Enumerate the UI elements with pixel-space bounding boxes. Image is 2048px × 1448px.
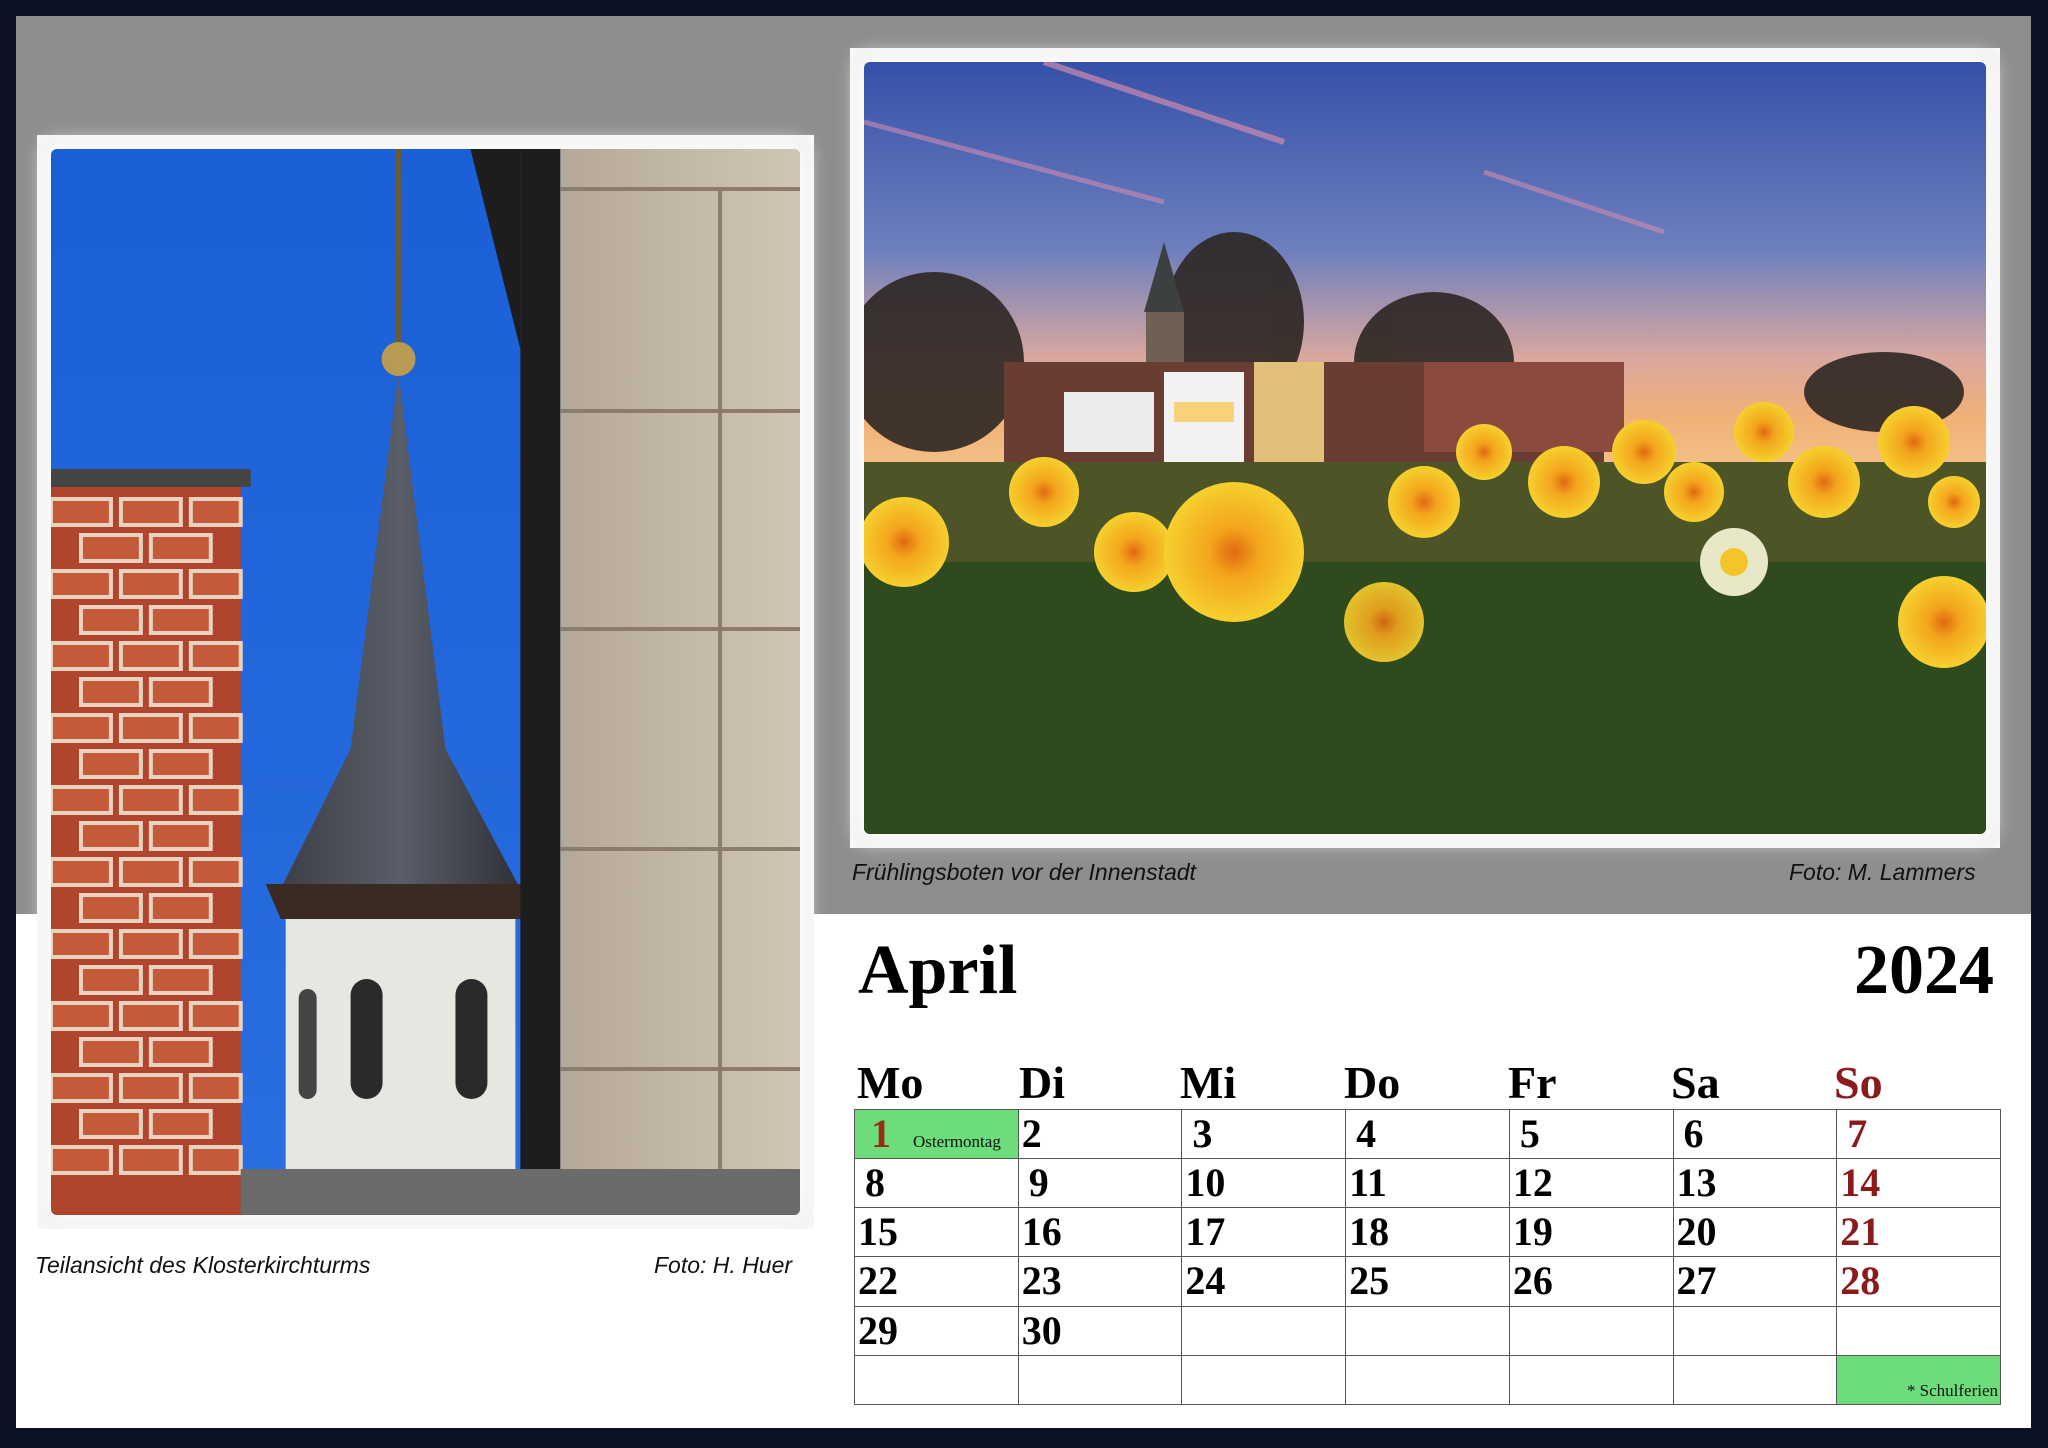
day-number: 7 — [1847, 1111, 1868, 1156]
day-number: 4 — [1356, 1111, 1377, 1156]
calendar-day-cell: 5 — [1508, 1108, 1674, 1160]
weekday-mo: Mo — [857, 1057, 924, 1108]
weekday-di: Di — [1019, 1057, 1065, 1108]
day-number: 23 — [1021, 1258, 1062, 1304]
calendar-day-cell: 21 — [1836, 1207, 2001, 1258]
day-number: 28 — [1840, 1258, 1881, 1304]
calendar-day-cell: 15 — [854, 1207, 1019, 1258]
calendar-week-row: * Schulferien — [854, 1354, 2001, 1406]
calendar-day-cell: 28 — [1836, 1256, 2001, 1307]
calendar-day-cell: 9 — [1017, 1158, 1183, 1209]
calendar-day-cell: 26 — [1508, 1256, 1674, 1307]
calendar-day-cell: 25 — [1345, 1256, 1510, 1307]
holiday-label: Ostermontag — [913, 1132, 1001, 1151]
calendar-week-row: 1 Ostermontag 2 3 4 5 6 7 — [854, 1108, 2001, 1160]
day-number: 26 — [1512, 1258, 1553, 1304]
day-number: 21 — [1840, 1209, 1881, 1255]
day-number: 1 — [871, 1111, 891, 1156]
calendar-day-cell: 30 — [1017, 1305, 1183, 1356]
day-number: 25 — [1349, 1258, 1390, 1304]
calendar-day-cell — [1672, 1354, 1838, 1406]
weekday-so: So — [1834, 1057, 1883, 1108]
day-number: 3 — [1192, 1111, 1213, 1156]
day-number: 20 — [1676, 1209, 1717, 1255]
photo-right-credit: Foto: M. Lammers — [1789, 859, 1976, 885]
photo-church-spire — [51, 149, 800, 1215]
calendar-day-cell: 13 — [1672, 1158, 1838, 1209]
calendar-day-cell: 10 — [1181, 1158, 1347, 1209]
calendar-day-cell — [1508, 1305, 1674, 1356]
day-number: 17 — [1185, 1209, 1226, 1255]
calendar-day-cell: 3 — [1181, 1108, 1347, 1160]
calendar-day-cell: 24 — [1181, 1256, 1347, 1307]
calendar-day-cell — [1672, 1305, 1838, 1356]
schulferien-label: * Schulferien — [1906, 1381, 1998, 1400]
day-number: 11 — [1349, 1160, 1387, 1206]
day-number: 24 — [1185, 1258, 1226, 1304]
calendar-day-cell — [854, 1354, 1019, 1406]
month-title: April — [858, 932, 1018, 1009]
calendar-week-row: 29 30 — [854, 1305, 2001, 1356]
day-number: 18 — [1349, 1209, 1390, 1255]
calendar-day-cell: 2 — [1017, 1108, 1183, 1160]
day-number: 2 — [1021, 1111, 1042, 1156]
calendar-week-row: 15 16 17 18 19 20 21 — [854, 1207, 2001, 1258]
photo-daffodils-town — [864, 62, 1986, 834]
calendar-day-cell: 19 — [1508, 1207, 1674, 1258]
weekday-sa: Sa — [1671, 1057, 1720, 1108]
weekday-fr: Fr — [1508, 1057, 1557, 1108]
day-number: 15 — [858, 1209, 898, 1255]
day-number: 30 — [1021, 1307, 1062, 1353]
day-number: 22 — [858, 1258, 898, 1304]
calendar-day-cell: 20 — [1672, 1207, 1838, 1258]
day-number: 16 — [1021, 1209, 1062, 1255]
day-number: 6 — [1683, 1111, 1704, 1156]
day-number: 12 — [1512, 1160, 1553, 1206]
calendar-day-cell: 17 — [1181, 1207, 1347, 1258]
calendar-grid: 1 Ostermontag 2 3 4 5 6 7 8 9 10 11 12 13… — [854, 1108, 2001, 1406]
calendar-day-cell: 7 — [1836, 1108, 2001, 1160]
day-number: 19 — [1512, 1209, 1553, 1255]
calendar-day-cell: 14 — [1836, 1158, 2001, 1209]
calendar-day-cell: 29 — [854, 1305, 1019, 1356]
calendar-day-cell: 18 — [1345, 1207, 1510, 1258]
weekday-mi: Mi — [1180, 1057, 1237, 1108]
calendar-day-cell: 16 — [1017, 1207, 1183, 1258]
calendar-day-cell — [1017, 1354, 1183, 1406]
day-number: 14 — [1840, 1160, 1881, 1206]
year-title: 2024 — [1854, 932, 1994, 1009]
calendar-day-cell — [1345, 1305, 1510, 1356]
calendar-day-cell — [1508, 1354, 1674, 1406]
photo-frame-right — [850, 48, 2000, 848]
schulferien-legend-cell: * Schulferien — [1836, 1354, 2001, 1406]
calendar-week-row: 22 23 24 25 26 27 28 — [854, 1256, 2001, 1307]
day-number: 29 — [858, 1307, 898, 1353]
calendar-day-cell: 27 — [1672, 1256, 1838, 1307]
calendar-day-cell: 4 — [1345, 1108, 1510, 1160]
calendar-day-cell — [1345, 1354, 1510, 1406]
day-number: 5 — [1519, 1111, 1540, 1156]
calendar-day-cell: 6 — [1672, 1108, 1838, 1160]
day-number: 9 — [1028, 1160, 1049, 1206]
photo-right-caption: Frühlingsboten vor der Innenstadt — [852, 859, 1196, 885]
calendar-week-row: 8 9 10 11 12 13 14 — [854, 1158, 2001, 1209]
calendar-page: Teilansicht des Klosterkirchturms Foto: … — [16, 16, 2031, 1428]
calendar-day-cell: 22 — [854, 1256, 1019, 1307]
photo-left-caption: Teilansicht des Klosterkirchturms — [35, 1252, 371, 1278]
day-number: 27 — [1676, 1258, 1717, 1304]
calendar-day-cell — [1836, 1305, 2001, 1356]
calendar-day-cell: 8 — [854, 1158, 1019, 1209]
day-number: 13 — [1676, 1160, 1717, 1206]
day-number: 10 — [1185, 1160, 1226, 1206]
day-number: 8 — [865, 1160, 885, 1206]
calendar-day-cell: 1 Ostermontag — [854, 1108, 1019, 1160]
calendar-day-cell — [1181, 1305, 1347, 1356]
photo-frame-left — [37, 135, 814, 1229]
calendar-day-cell: 11 — [1345, 1158, 1510, 1209]
weekday-do: Do — [1344, 1057, 1401, 1108]
calendar-day-cell: 12 — [1508, 1158, 1674, 1209]
calendar-day-cell: 23 — [1017, 1256, 1183, 1307]
calendar-day-cell — [1181, 1354, 1347, 1406]
photo-left-credit: Foto: H. Huer — [654, 1252, 793, 1278]
